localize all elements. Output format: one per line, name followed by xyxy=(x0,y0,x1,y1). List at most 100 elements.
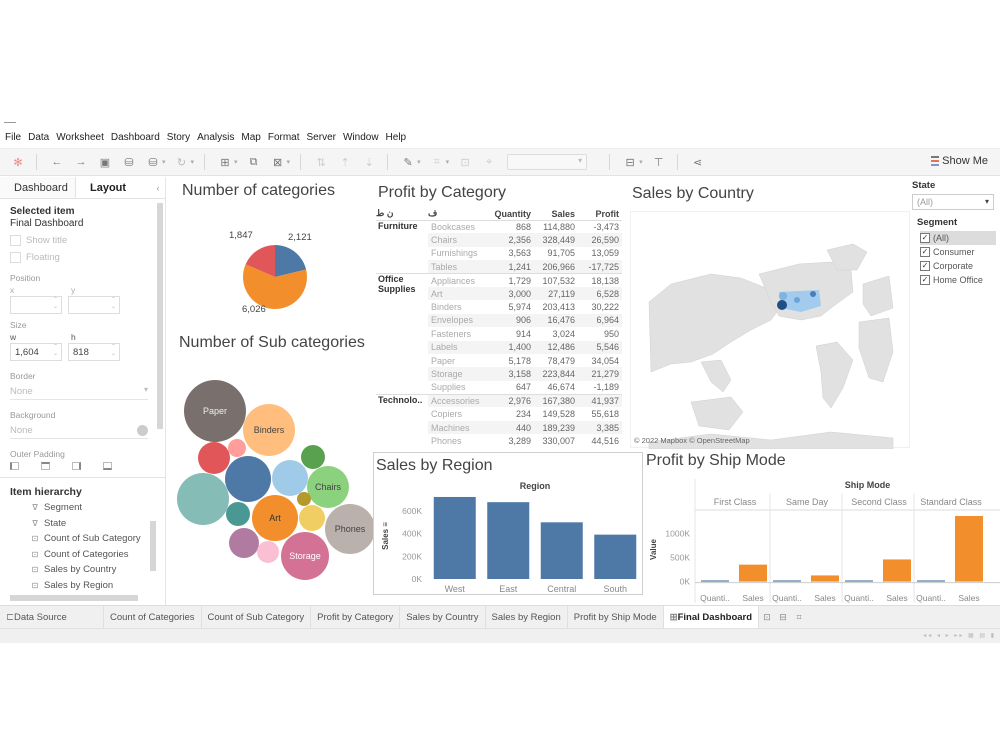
dropdown-arrow-icon[interactable]: ▾ xyxy=(417,158,421,166)
sales-by-region-chart[interactable]: Region Sales ≡ 0K 200K 400K 600K West East Centr… xyxy=(374,453,642,594)
table-row[interactable]: Office Supplies Appliances 1,729 107,532 18,… xyxy=(376,273,622,395)
refresh-icon[interactable]: ↻ xyxy=(176,156,188,169)
hierarchy-item[interactable]: ⊡ Sales by Region xyxy=(31,578,156,594)
sort-descending-icon[interactable]: ⇣ xyxy=(363,156,375,169)
ship-bar-quantity[interactable] xyxy=(917,580,945,582)
save-icon[interactable]: ▣ xyxy=(99,156,111,169)
menu-map[interactable]: Map xyxy=(241,132,260,148)
background-dropdown[interactable]: None xyxy=(10,422,148,439)
segment-filter-item[interactable]: ✓ Consumer xyxy=(920,245,996,259)
bubble[interactable]: Phones xyxy=(325,504,375,554)
bubble[interactable] xyxy=(198,442,230,474)
padding-left-icon[interactable] xyxy=(10,462,19,470)
menu-story[interactable]: Story xyxy=(167,132,190,148)
hierarchy-item[interactable]: ∇ Segment xyxy=(31,500,156,516)
new-worksheet-tab-icon[interactable]: ⊡ xyxy=(759,606,775,628)
show-cards-icon[interactable]: ⊟ xyxy=(624,156,636,169)
sheet-navigation-icons[interactable]: ◂◂ ◂ ▸ ▸▸ ▦ ▤ ▮ xyxy=(923,632,996,639)
state-filter-dropdown[interactable]: (All) xyxy=(912,194,994,210)
height-input[interactable]: 818 xyxy=(68,343,120,361)
region-bar[interactable] xyxy=(594,534,637,579)
bubble[interactable]: Chairs xyxy=(307,466,349,508)
hierarchy-item[interactable]: ⊡ Count of Sub Category xyxy=(31,531,156,547)
show-title-checkbox[interactable] xyxy=(10,235,21,246)
bubble[interactable] xyxy=(272,460,308,496)
header-sales[interactable]: Sales xyxy=(534,208,578,221)
bubble[interactable] xyxy=(301,445,325,469)
width-input[interactable]: 1,604 xyxy=(10,343,62,361)
table-row[interactable]: Furniture Bookcases 868 114,880 -3,473 xyxy=(376,220,622,233)
table-row[interactable]: Technolo.. Accessories 2,976 167,380 41,937 xyxy=(376,393,622,448)
fit-select[interactable] xyxy=(507,154,588,170)
hierarchy-horizontal-scrollbar[interactable] xyxy=(10,595,138,601)
tab-dashboard[interactable]: Dashboard xyxy=(0,177,75,198)
checkbox-icon[interactable]: ✓ xyxy=(920,247,930,257)
fix-axes-icon[interactable]: ⌖ xyxy=(483,156,495,168)
sheet-tab[interactable]: Count of Categories xyxy=(104,606,202,628)
bubble[interactable]: Art xyxy=(252,495,298,541)
dropdown-arrow-icon[interactable]: ▾ xyxy=(191,158,195,166)
sales-map[interactable]: © 2022 Mapbox © OpenStreetMap xyxy=(630,211,910,450)
sheet-tab[interactable]: Sales by Region xyxy=(486,606,568,628)
bubble[interactable] xyxy=(177,473,229,525)
new-datasource-icon[interactable]: ⛁ xyxy=(123,156,135,169)
position-x-input[interactable] xyxy=(10,296,62,314)
dropdown-arrow-icon[interactable]: ▾ xyxy=(234,158,238,166)
map-attribution[interactable]: © 2022 Mapbox © OpenStreetMap xyxy=(634,436,750,445)
ship-bar-sales[interactable] xyxy=(955,516,983,582)
clear-sheet-icon[interactable]: ⊠ xyxy=(272,156,284,169)
region-bar[interactable] xyxy=(540,522,583,579)
border-dropdown[interactable]: None xyxy=(10,383,148,400)
new-story-tab-icon[interactable]: ⌗ xyxy=(791,606,807,628)
label-icon[interactable]: ⊡ xyxy=(459,156,471,169)
new-dashboard-tab-icon[interactable]: ⊟ xyxy=(775,606,791,628)
ship-bar-sales[interactable] xyxy=(811,575,839,582)
sheet-tab[interactable]: Count of Sub Category xyxy=(202,606,312,628)
checkbox-icon[interactable]: ✓ xyxy=(920,275,930,285)
menu-server[interactable]: Server xyxy=(307,132,336,148)
bubble[interactable] xyxy=(228,439,246,457)
menu-dashboard[interactable]: Dashboard xyxy=(111,132,160,148)
new-worksheet-icon[interactable]: ⊞ xyxy=(219,156,231,169)
padding-bottom-icon[interactable] xyxy=(103,462,112,470)
segment-filter-item[interactable]: ✓ (All) xyxy=(920,231,996,245)
back-arrow-icon[interactable]: ← xyxy=(51,156,63,168)
sort-ascending-icon[interactable]: ⇡ xyxy=(339,156,351,169)
menu-analysis[interactable]: Analysis xyxy=(197,132,234,148)
sheet-tab[interactable]: Sales by Country xyxy=(400,606,486,628)
background-color-swatch[interactable] xyxy=(137,425,148,436)
hierarchy-item[interactable]: ⊡ Count of Categories xyxy=(31,547,156,563)
duplicate-sheet-icon[interactable]: ⧉ xyxy=(248,156,260,168)
segment-filter-item[interactable]: ✓ Home Office xyxy=(920,273,996,287)
region-bar[interactable] xyxy=(487,502,530,579)
bubble[interactable] xyxy=(257,541,279,563)
floating-checkbox[interactable] xyxy=(10,252,21,263)
bubble[interactable] xyxy=(226,502,250,526)
menu-help[interactable]: Help xyxy=(386,132,407,148)
region-bar[interactable] xyxy=(433,496,476,579)
segment-filter-item[interactable]: ✓ Corporate xyxy=(920,259,996,273)
checkbox-icon[interactable]: ✓ xyxy=(920,261,930,271)
share-icon[interactable]: ⋖ xyxy=(692,156,704,169)
hierarchy-item[interactable]: ⊡ Sales by Country xyxy=(31,562,156,578)
sheet-tab[interactable]: ⊞ Final Dashboard xyxy=(663,606,760,628)
bubble[interactable]: Paper xyxy=(184,380,246,442)
ship-bar-quantity[interactable] xyxy=(845,580,873,582)
ship-bar-sales[interactable] xyxy=(739,564,767,582)
padding-top-icon[interactable] xyxy=(41,462,50,470)
collapse-panel-icon[interactable]: ‹ xyxy=(151,177,165,198)
presentation-icon[interactable]: ⊤ xyxy=(653,156,665,169)
dropdown-arrow-icon[interactable]: ▾ xyxy=(287,158,291,166)
menu-window[interactable]: Window xyxy=(343,132,379,148)
padding-right-icon[interactable] xyxy=(72,462,81,470)
layout-pane-scrollbar[interactable] xyxy=(157,203,163,429)
menu-format[interactable]: Format xyxy=(268,132,300,148)
bubble[interactable] xyxy=(225,456,271,502)
sheet-tab[interactable]: Profit by Ship Mode xyxy=(568,606,664,628)
header-sub-category[interactable]: ف xyxy=(428,208,486,221)
bubble[interactable] xyxy=(299,505,325,531)
hierarchy-item[interactable]: ∇ State xyxy=(31,516,156,532)
menu-file[interactable]: File xyxy=(5,132,21,148)
checkbox-icon[interactable]: ✓ xyxy=(920,233,930,243)
header-quantity[interactable]: Quantity xyxy=(486,208,534,221)
